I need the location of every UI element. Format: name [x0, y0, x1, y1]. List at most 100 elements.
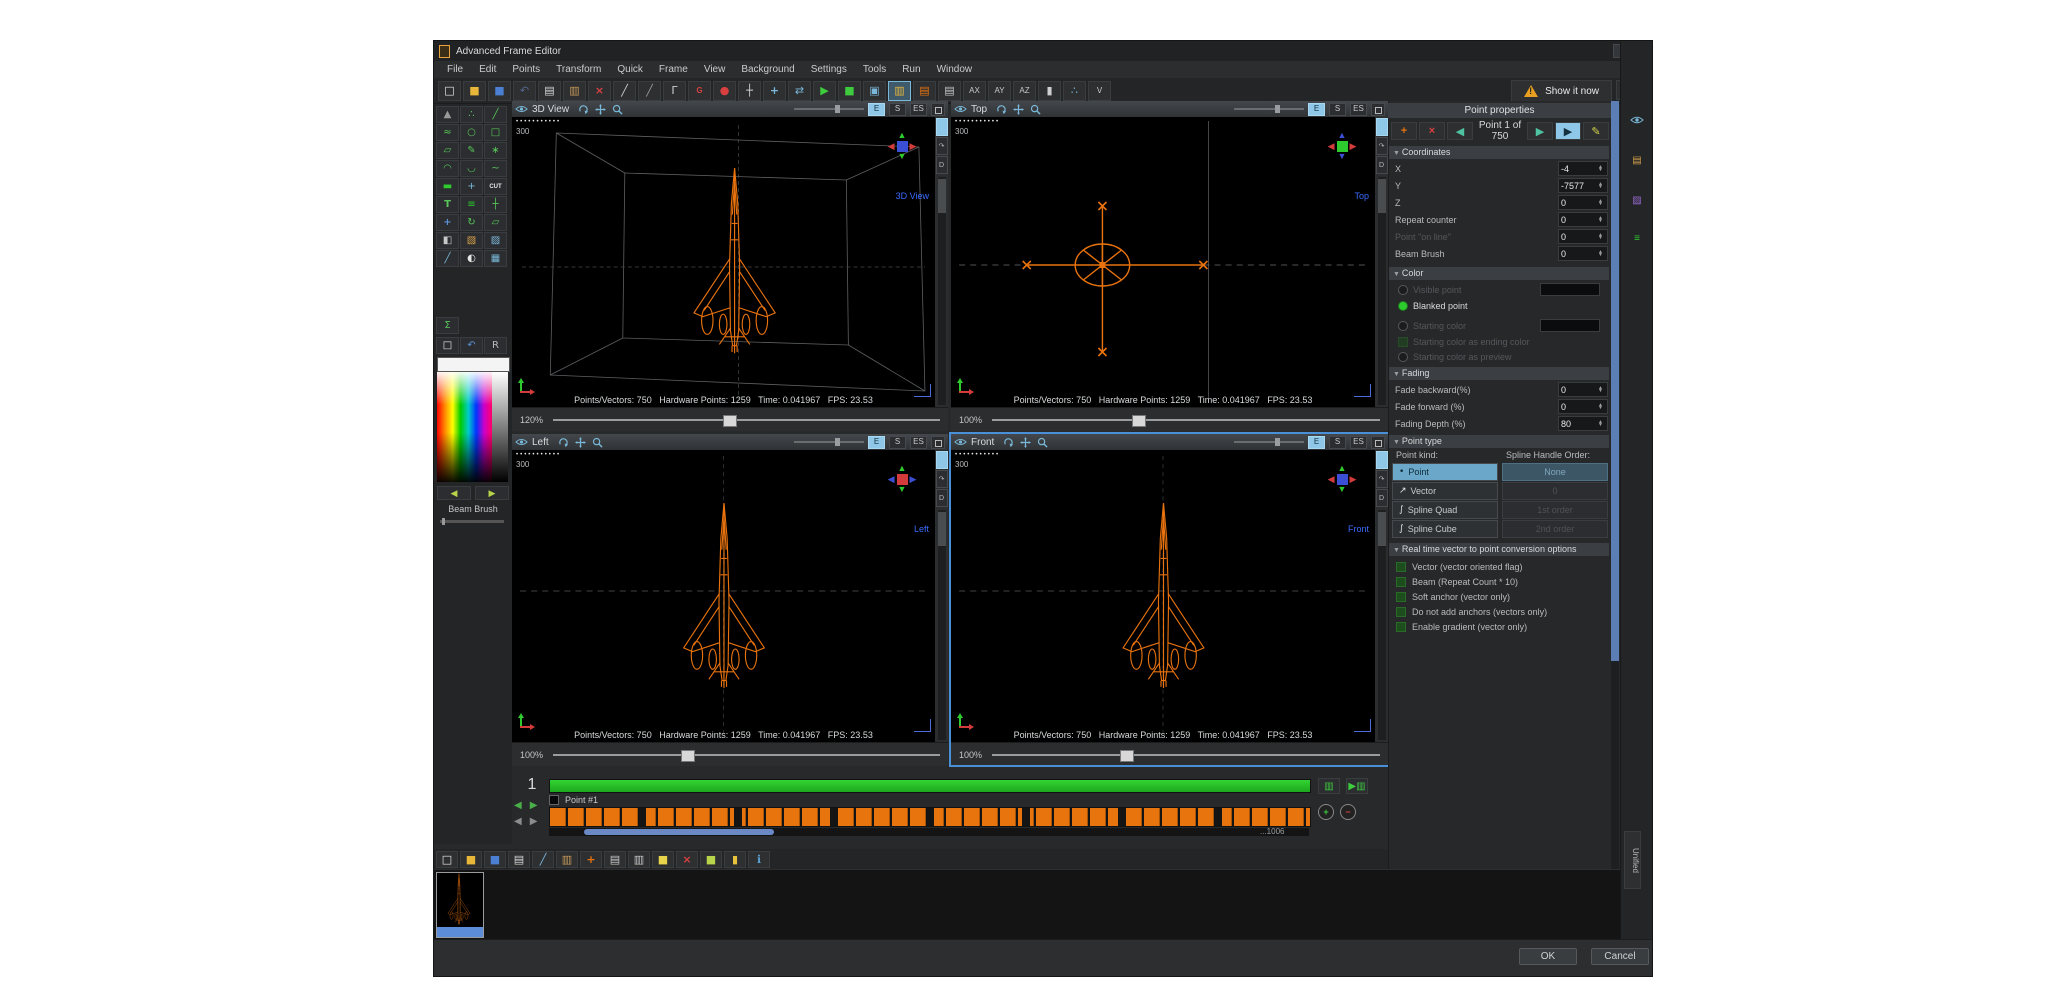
- radio-selected-icon[interactable]: [1398, 301, 1408, 311]
- snap-button[interactable]: ┼: [738, 81, 761, 101]
- numeric-input[interactable]: 0▲▼: [1558, 382, 1608, 397]
- view-visibility-button[interactable]: [515, 436, 528, 448]
- layers-panel-button[interactable]: ≡: [1628, 231, 1646, 245]
- zoom-slider[interactable]: [992, 419, 1380, 421]
- copy-frame-button[interactable]: ▤: [508, 851, 530, 868]
- ok-button[interactable]: OK: [1519, 948, 1577, 965]
- pan-view-button[interactable]: [574, 436, 587, 448]
- conversion-option[interactable]: Beam (Repeat Count * 10): [1390, 574, 1608, 589]
- point-kind-button[interactable]: ∫Spline Quad: [1392, 501, 1498, 519]
- preferences-button[interactable]: ▤: [938, 81, 961, 101]
- polyline-tool[interactable]: ≈: [436, 124, 459, 141]
- lock-y-button[interactable]: AY: [988, 81, 1011, 101]
- palette-panel-button[interactable]: ▤: [1628, 153, 1646, 167]
- conversion-option[interactable]: Do not add anchors (vectors only): [1390, 604, 1608, 619]
- starting-as-ending-option[interactable]: Starting color as ending color: [1390, 334, 1608, 349]
- view-tool-active-button[interactable]: [936, 118, 948, 136]
- pen-mode-button[interactable]: ✎: [1583, 122, 1609, 140]
- section-fading[interactable]: Fading: [1389, 367, 1609, 380]
- view-depth-button[interactable]: D: [1376, 489, 1388, 507]
- zoom-in-button[interactable]: +: [1318, 804, 1334, 820]
- maximize-view-button[interactable]: [931, 103, 945, 116]
- open-frame-button[interactable]: ■: [460, 851, 482, 868]
- conversion-option[interactable]: Vector (vector oriented flag): [1390, 559, 1608, 574]
- points-track[interactable]: [549, 807, 1311, 827]
- numeric-input[interactable]: 0▲▼: [1558, 195, 1608, 210]
- select-tool[interactable]: ▲: [436, 106, 459, 123]
- spinner-icon[interactable]: ▲▼: [1596, 421, 1605, 427]
- numeric-input[interactable]: 0▲▼: [1558, 246, 1608, 261]
- view-visibility-button[interactable]: [515, 103, 528, 115]
- orientation-gizmo-3d[interactable]: ▲ ◀▶ ▼: [879, 131, 925, 162]
- mode-s-button[interactable]: S: [1329, 103, 1346, 116]
- pan-view-button[interactable]: [1019, 436, 1032, 448]
- starting-as-preview-option[interactable]: Starting color as preview: [1390, 349, 1608, 364]
- spinner-icon[interactable]: ▲▼: [1596, 404, 1605, 410]
- color-frame-button[interactable]: ■: [700, 851, 722, 868]
- view-visibility-button[interactable]: [954, 436, 967, 448]
- section-coordinates[interactable]: Coordinates: [1389, 146, 1609, 159]
- hatch-tool[interactable]: ≡: [460, 196, 483, 213]
- point-draw-tool[interactable]: ∴: [460, 106, 483, 123]
- beam-brush-slider[interactable]: [440, 520, 504, 523]
- maximize-view-button[interactable]: [1371, 103, 1385, 116]
- lock-frame-button[interactable]: ▮: [724, 851, 746, 868]
- line-tool-button[interactable]: ╱: [638, 81, 661, 101]
- crosshair-button[interactable]: +: [763, 81, 786, 101]
- pan-button[interactable]: ⇄: [788, 81, 811, 101]
- menu-item[interactable]: Quick: [610, 63, 650, 76]
- zoom-view-button[interactable]: [611, 103, 624, 115]
- filled-rect-tool[interactable]: ▬: [436, 178, 459, 195]
- visible-point-option[interactable]: Visible point: [1390, 282, 1608, 297]
- view-tool-active-button[interactable]: [1376, 451, 1388, 469]
- mode-e-button[interactable]: E: [1308, 436, 1325, 449]
- paint-tool[interactable]: ◧: [436, 232, 459, 249]
- new-file-button[interactable]: □: [438, 81, 461, 101]
- radio-icon[interactable]: [1398, 352, 1408, 362]
- viewport-vscroll[interactable]: [938, 177, 946, 405]
- lock-z-button[interactable]: AZ: [1013, 81, 1036, 101]
- show-it-now-button[interactable]: Show it now: [1511, 80, 1612, 102]
- view-tool-active-button[interactable]: [936, 451, 948, 469]
- numeric-input[interactable]: 0▲▼: [1558, 399, 1608, 414]
- palette-next-button[interactable]: ▶: [475, 486, 509, 500]
- viewport-top-canvas[interactable]: ••••••••••• 300 ▲ ◀▶ ▼ Top Points/Vector…: [951, 117, 1375, 407]
- prev-frame-button[interactable]: ◀: [514, 800, 522, 811]
- spinner-icon[interactable]: ▲▼: [1596, 234, 1605, 240]
- arc-tool-1[interactable]: ◠: [436, 160, 459, 177]
- numeric-input[interactable]: 80▲▼: [1558, 416, 1608, 431]
- new-frame-button[interactable]: □: [436, 851, 458, 868]
- brush-panel-button[interactable]: ▨: [1628, 193, 1646, 207]
- rotate-view-button[interactable]: [1002, 436, 1015, 448]
- maximize-view-button[interactable]: [1371, 436, 1385, 449]
- section-conversion[interactable]: Real time vector to point conversion opt…: [1389, 543, 1609, 556]
- panel-scrollbar[interactable]: [1611, 101, 1619, 941]
- blanked-point-option[interactable]: Blanked point: [1390, 298, 1608, 313]
- numeric-input[interactable]: -7577▲▼: [1558, 178, 1608, 193]
- delete-frame-button[interactable]: ×: [676, 851, 698, 868]
- view-visibility-button[interactable]: [954, 103, 967, 115]
- view-depth-button[interactable]: D: [936, 156, 948, 174]
- next-frame-button[interactable]: ▶: [530, 800, 538, 811]
- ellipse-tool[interactable]: ○: [460, 124, 483, 141]
- mode-s-button[interactable]: S: [889, 103, 906, 116]
- note-frame-button[interactable]: ■: [652, 851, 674, 868]
- next-point-button[interactable]: ▶: [1527, 122, 1553, 140]
- orientation-gizmo-left[interactable]: ▲ ◀▶ ▼: [879, 464, 925, 495]
- zoom-out-button[interactable]: −: [1340, 804, 1356, 820]
- pan-view-button[interactable]: [594, 103, 607, 115]
- view-rotate-button[interactable]: ↷: [936, 470, 948, 488]
- next-point-arrow[interactable]: ▶: [530, 816, 538, 827]
- point-color-swatch[interactable]: [1540, 283, 1600, 296]
- mouse-mode-button[interactable]: ▮: [1038, 81, 1061, 101]
- menu-item[interactable]: Points: [505, 63, 547, 76]
- align-tool[interactable]: +: [460, 178, 483, 195]
- checkbox-icon[interactable]: [1398, 337, 1408, 347]
- mode-e-button[interactable]: E: [868, 103, 885, 116]
- menu-item[interactable]: Settings: [804, 63, 854, 76]
- save-frame-button[interactable]: ■: [484, 851, 506, 868]
- preview-eye-button[interactable]: [1628, 113, 1646, 127]
- menu-item[interactable]: Run: [895, 63, 927, 76]
- copy-button[interactable]: ▤: [538, 81, 561, 101]
- mode-s-button[interactable]: S: [889, 436, 906, 449]
